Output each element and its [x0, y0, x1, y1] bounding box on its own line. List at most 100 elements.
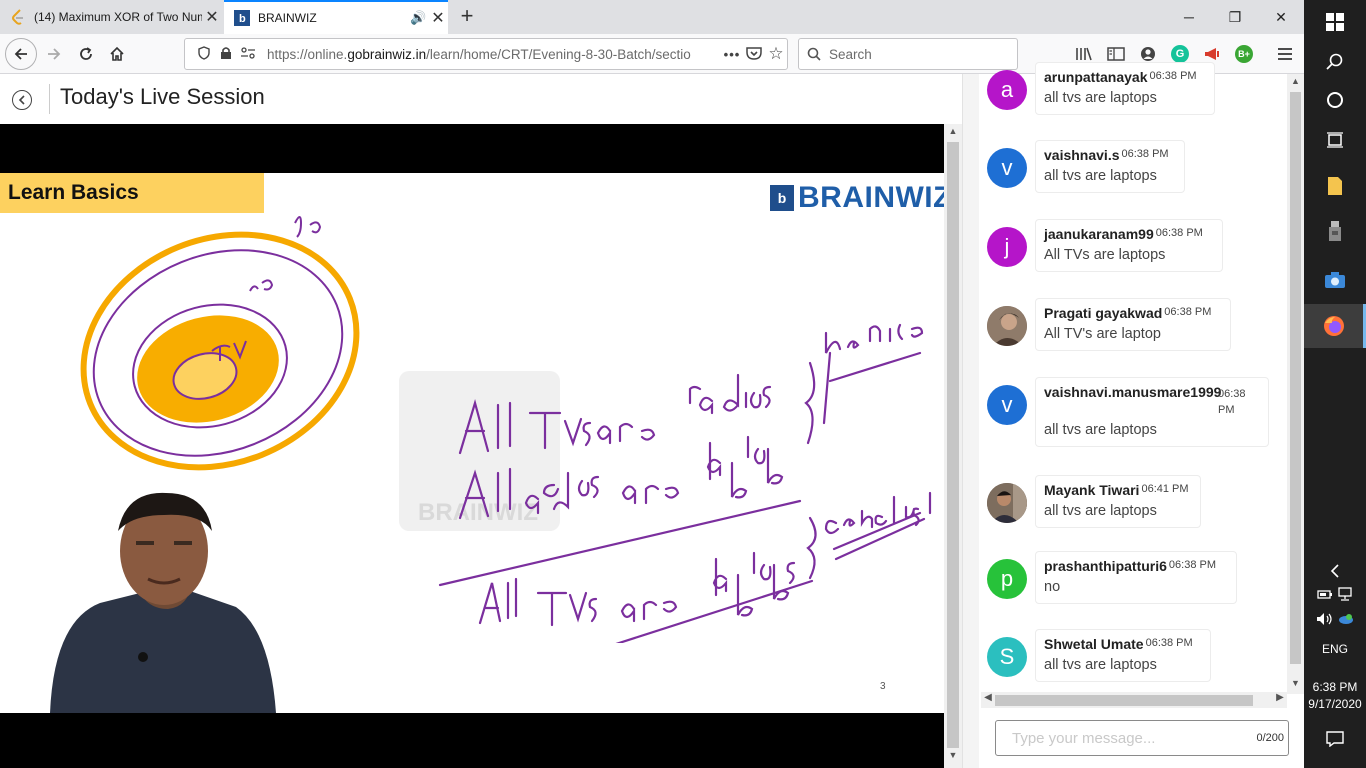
pocket-icon[interactable]: [743, 46, 765, 63]
close-window-button[interactable]: ✕: [1258, 0, 1304, 34]
speaker-icon[interactable]: 🔊: [410, 10, 428, 26]
brand-mark: b: [770, 185, 794, 211]
message-text: all tvs are laptops: [1044, 503, 1157, 519]
task-view-icon[interactable]: [1304, 118, 1366, 162]
onedrive-sync-icon[interactable]: [1338, 612, 1354, 626]
lock-icon[interactable]: [215, 46, 237, 63]
brainwiz-logo: b BRAINWIZ: [770, 181, 944, 215]
windows-start-icon[interactable]: [1304, 0, 1366, 44]
syllogism-handwriting: [438, 323, 932, 643]
network-icon[interactable]: [1337, 587, 1353, 601]
profile-photo-icon: [987, 483, 1027, 523]
avatar: [987, 306, 1027, 346]
message-input[interactable]: Type your message... 0/200: [995, 720, 1289, 756]
volume-icon[interactable]: [1316, 612, 1334, 626]
message-time: 06:38 PM: [1155, 227, 1203, 239]
minimize-button[interactable]: ─: [1166, 0, 1212, 34]
message-bubble: vaishnavi.s 06:38 PM all tvs are laptops: [1035, 140, 1185, 193]
arrow-left-icon: [14, 48, 27, 60]
more-actions-icon[interactable]: •••: [721, 47, 743, 62]
home-button[interactable]: [101, 38, 133, 70]
scroll-thumb[interactable]: [947, 142, 959, 748]
browser-tab-strip: (14) Maximum XOR of Two Num ✕ b BRAINWIZ…: [0, 0, 1304, 34]
message-bubble: Shwetal Umate 06:38 PM all tvs are laptop…: [1035, 629, 1211, 682]
profile-photo-icon: [987, 306, 1027, 346]
live-session-header: Today's Live Session: [0, 74, 962, 124]
chat-gutter: [963, 74, 979, 768]
message-bubble: arunpattanayak 06:38 PM all tvs are lapto…: [1035, 62, 1215, 115]
bookmark-star-icon[interactable]: ☆: [765, 44, 787, 64]
back-button[interactable]: [5, 38, 37, 70]
avatar: a: [987, 70, 1027, 110]
scroll-up-icon[interactable]: ▲: [944, 126, 962, 142]
scroll-down-icon[interactable]: ▼: [1287, 678, 1304, 688]
camera-app-icon[interactable]: [1304, 258, 1366, 302]
restore-button[interactable]: ❐: [1212, 0, 1258, 34]
brainwiz-favicon-icon: b: [234, 10, 250, 26]
battery-icon[interactable]: [1317, 587, 1333, 601]
live-video-player[interactable]: Learn Basics b BRAINWIZ BRAINWIZ 3: [0, 124, 944, 768]
brand-name: BRAINWIZ: [798, 181, 944, 214]
chat-horizontal-scrollbar[interactable]: ◀ ▶: [981, 692, 1287, 708]
avatar: p: [987, 559, 1027, 599]
sender-name: prashanthipatturi6: [1044, 558, 1167, 574]
close-tab-icon[interactable]: ✕: [202, 7, 222, 27]
scroll-left-icon[interactable]: ◀: [981, 692, 995, 708]
sender-name: arunpattanayak: [1044, 69, 1148, 85]
close-tab-icon[interactable]: ✕: [428, 8, 448, 28]
grammarly-icon[interactable]: G: [1170, 44, 1190, 64]
shield-icon[interactable]: [193, 45, 215, 63]
extension-badge-icon[interactable]: B+: [1234, 44, 1254, 64]
clock-time[interactable]: 6:38 PM: [1304, 680, 1366, 694]
tab-leetcode[interactable]: (14) Maximum XOR of Two Num ✕: [0, 0, 222, 34]
tab-title: BRAINWIZ: [258, 11, 317, 25]
library-icon[interactable]: [1074, 44, 1094, 64]
search-icon: [807, 47, 821, 61]
input-language[interactable]: ENG: [1304, 642, 1366, 656]
sidebar-icon[interactable]: [1106, 44, 1126, 64]
url-text[interactable]: https://online.gobrainwiz.in/learn/home/…: [267, 47, 721, 62]
message-time: 06:38 PM: [1164, 306, 1212, 318]
scroll-thumb[interactable]: [1290, 92, 1301, 664]
chevron-left-icon[interactable]: [1304, 550, 1366, 592]
tray-icons-row-2[interactable]: [1304, 612, 1366, 629]
megaphone-extension-icon[interactable]: [1202, 44, 1222, 64]
scroll-right-icon[interactable]: ▶: [1273, 692, 1287, 708]
clock-date[interactable]: 9/17/2020: [1304, 697, 1366, 711]
scroll-thumb[interactable]: [995, 695, 1253, 706]
slide-number: 3: [880, 681, 886, 692]
message-time: 06:38 PM: [1121, 148, 1169, 160]
action-center-icon[interactable]: [1304, 718, 1366, 760]
sender-name: Mayank Tiwari: [1044, 482, 1140, 498]
search-field[interactable]: Search: [798, 38, 1018, 70]
message-text: all tvs are laptops: [1044, 168, 1157, 184]
tray-icons-row[interactable]: [1304, 587, 1366, 604]
account-icon[interactable]: [1138, 44, 1158, 64]
message-bubble: jaanukaranam99 06:38 PM All TVs are lapto…: [1035, 219, 1223, 272]
message-time: 06:41 PM: [1141, 483, 1189, 495]
hamburger-menu-icon[interactable]: [1275, 44, 1295, 64]
file-explorer-icon[interactable]: [1304, 164, 1366, 208]
message-bubble: prashanthipatturi6 06:38 PM no: [1035, 551, 1237, 604]
message-text: all tvs are laptops: [1044, 422, 1157, 438]
chat-scrollbar[interactable]: ▲ ▼: [1287, 74, 1304, 694]
leetcode-icon: [10, 9, 26, 25]
page-title: Today's Live Session: [60, 84, 265, 109]
tab-brainwiz[interactable]: b BRAINWIZ 🔊 ✕: [224, 0, 448, 34]
address-bar[interactable]: https://online.gobrainwiz.in/learn/home/…: [184, 38, 788, 70]
new-tab-button[interactable]: +: [454, 3, 480, 31]
scroll-down-icon[interactable]: ▼: [944, 750, 962, 766]
cortana-icon[interactable]: [1304, 78, 1366, 122]
scroll-up-icon[interactable]: ▲: [1287, 76, 1304, 86]
avatar: j: [987, 227, 1027, 267]
back-chevron-icon[interactable]: [12, 90, 32, 110]
forward-button[interactable]: [38, 38, 70, 70]
page-scrollbar[interactable]: ▲ ▼: [944, 124, 962, 768]
permissions-icon[interactable]: [237, 46, 259, 62]
reload-button[interactable]: [70, 38, 102, 70]
presenter-video-feed: [50, 492, 276, 713]
avatar: v: [987, 385, 1027, 425]
message-time: 06:38 PM: [1218, 388, 1246, 416]
firefox-taskbar-icon[interactable]: [1304, 304, 1366, 348]
usb-drive-icon[interactable]: [1304, 210, 1366, 254]
